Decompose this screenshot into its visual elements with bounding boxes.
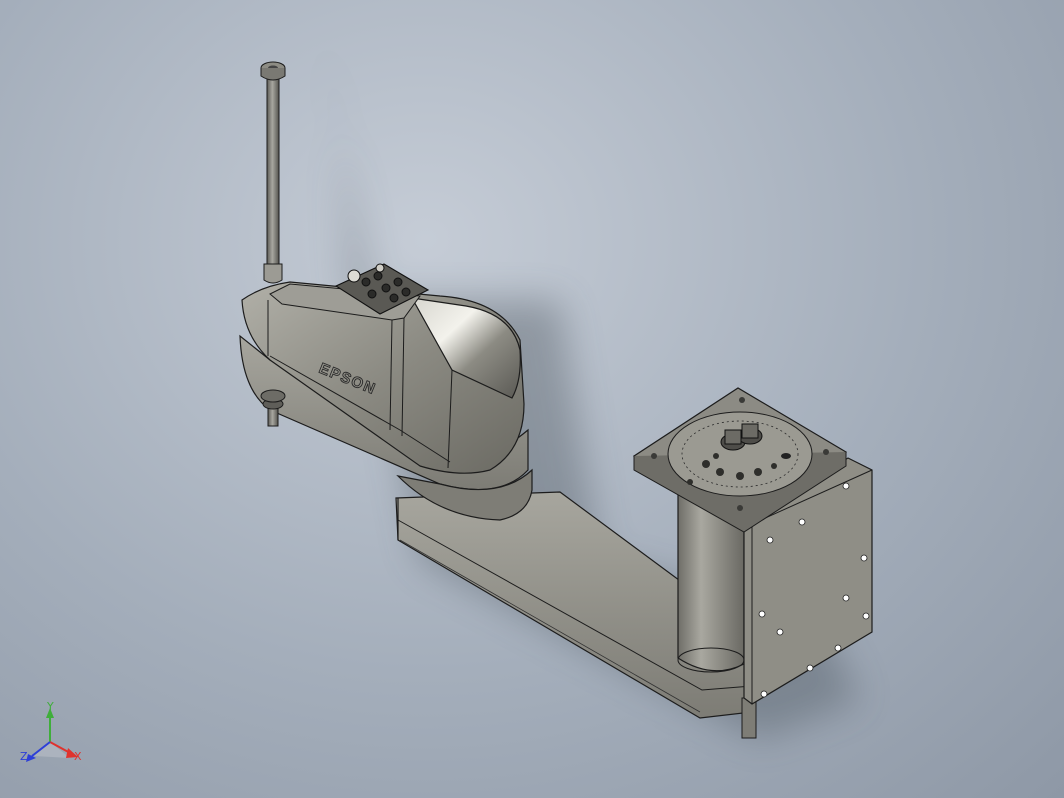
x-axis-label: X — [74, 750, 82, 763]
coordinate-triad: Y X Z — [20, 702, 82, 763]
robot-model[interactable]: EPSON — [0, 0, 1064, 798]
upper-arm-body[interactable] — [239, 281, 533, 521]
indicator-lamp — [347, 269, 361, 283]
y-axis-label: Y — [46, 702, 54, 713]
z-axis-label: Z — [20, 750, 28, 763]
graphics-viewport[interactable]: EPSON Y X Z — [0, 0, 1064, 798]
